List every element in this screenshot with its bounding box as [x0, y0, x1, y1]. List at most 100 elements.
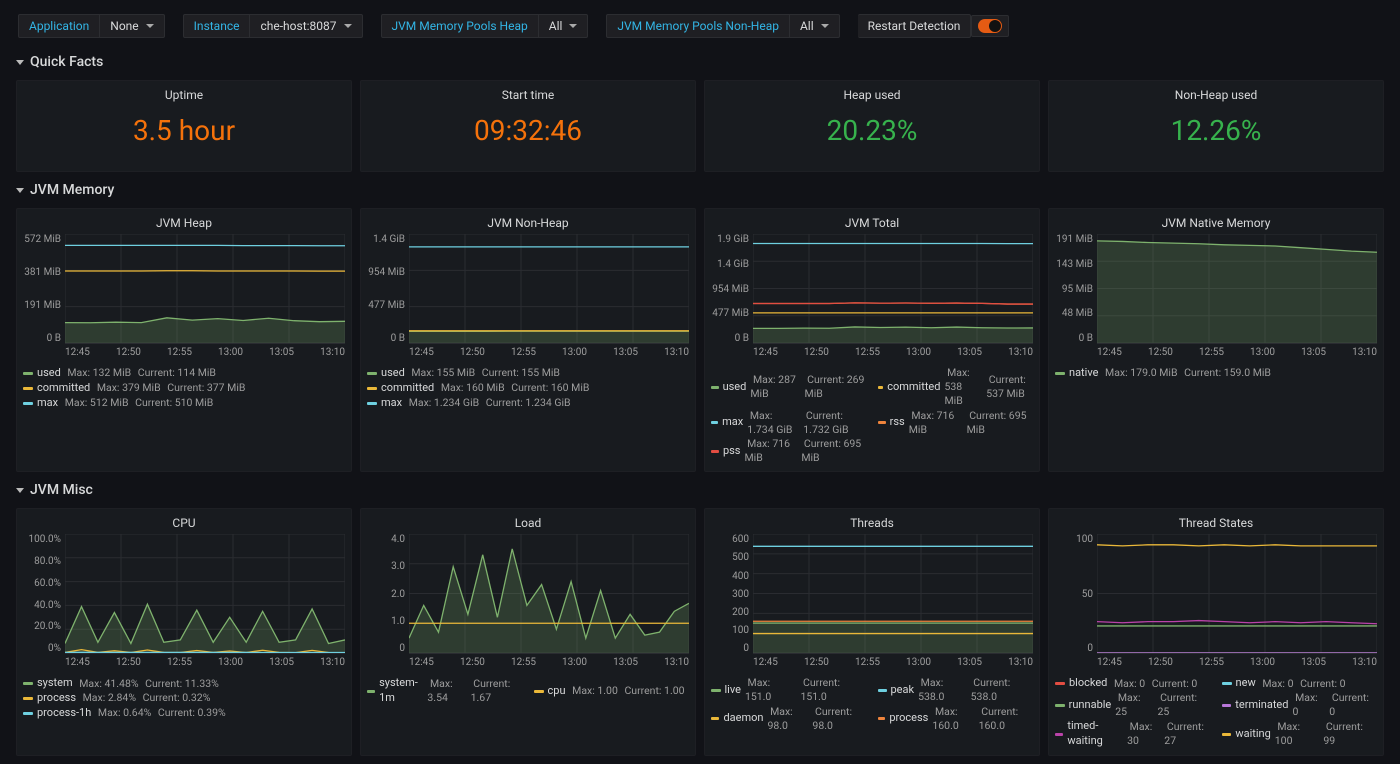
legend-item[interactable]: system-1m Max: 3.54 Current: 1.67	[367, 676, 522, 706]
panel-thread_states[interactable]: Thread States10050012:4512:5012:5513:001…	[1048, 508, 1384, 756]
legend-item[interactable]: waiting Max: 100 Current: 99	[1222, 719, 1377, 749]
chevron-down-icon	[16, 488, 24, 493]
legend-max: Max: 538.0	[918, 676, 967, 704]
restart-detection[interactable]: Restart Detection	[858, 14, 1010, 38]
row-quick-facts: Uptime 3.5 hour Start time 09:32:46 Heap…	[0, 72, 1400, 180]
panel-jvm_total[interactable]: JVM Total1.9 GiB1.4 GiB954 MiB477 MiB0 B…	[704, 208, 1040, 472]
legend-series-name: terminated	[1235, 698, 1288, 713]
panel-title: CPU	[23, 513, 345, 534]
legend-item[interactable]: max Max: 1.234 GiB Current: 1.234 GiB	[367, 396, 689, 411]
chart-plot[interactable]	[753, 234, 1033, 344]
chart-plot[interactable]	[65, 234, 345, 344]
panel-threads[interactable]: Threads600500400300200100012:4512:5012:5…	[704, 508, 1040, 756]
panel-title: JVM Native Memory	[1055, 213, 1377, 234]
legend-series-name: new	[1236, 676, 1256, 691]
stat-value: 20.23%	[711, 106, 1033, 165]
var-application[interactable]: Application None	[18, 14, 165, 38]
chart-plot[interactable]	[65, 534, 345, 654]
var-pools-heap-label: JVM Memory Pools Heap	[381, 14, 539, 38]
legend: system-1m Max: 3.54 Current: 1.67 cpu Max…	[367, 670, 689, 706]
legend-current: Current: 269 MiB	[805, 373, 866, 401]
legend-series-name: committed	[381, 381, 434, 396]
y-axis: 6005004003002001000	[711, 534, 753, 654]
legend-series-name: blocked	[1069, 676, 1107, 691]
legend-item[interactable]: process Max: 160.0 Current: 160.0	[878, 705, 1033, 733]
legend-item[interactable]: runnable Max: 25 Current: 25	[1055, 691, 1210, 719]
legend-item[interactable]: used Max: 287 MiB Current: 269 MiB	[711, 366, 866, 409]
legend-item[interactable]: max Max: 512 MiB Current: 510 MiB	[23, 396, 345, 411]
legend-item[interactable]: new Max: 0 Current: 0	[1222, 676, 1377, 691]
legend-item[interactable]: committed Max: 160 MiB Current: 160 MiB	[367, 381, 689, 396]
var-pools-nonheap[interactable]: JVM Memory Pools Non-Heap All	[606, 14, 839, 38]
legend-item[interactable]: terminated Max: 0 Current: 0	[1222, 691, 1377, 719]
chart-plot[interactable]	[753, 534, 1033, 654]
row-jvm-misc-toggle[interactable]: JVM Misc	[0, 480, 1400, 500]
row-jvm-memory-toggle[interactable]: JVM Memory	[0, 180, 1400, 200]
chart-plot[interactable]	[1097, 534, 1377, 654]
panel-cpu[interactable]: CPU100.0%80.0%60.0%40.0%20.0%0%12:4512:5…	[16, 508, 352, 756]
legend-swatch	[878, 421, 886, 424]
var-pools-heap[interactable]: JVM Memory Pools Heap All	[381, 14, 589, 38]
chart-plot[interactable]	[409, 234, 689, 344]
legend-swatch	[1055, 682, 1065, 685]
legend-series-name: process	[889, 711, 928, 726]
legend-item[interactable]: native Max: 179.0 MiB Current: 159.0 MiB	[1055, 366, 1377, 381]
legend-item[interactable]: process Max: 2.84% Current: 0.32%	[23, 691, 345, 706]
legend-current: Current: 159.0 MiB	[1182, 366, 1271, 380]
legend-item[interactable]: system Max: 41.48% Current: 11.33%	[23, 676, 345, 691]
var-pools-nonheap-value[interactable]: All	[790, 14, 840, 38]
legend-max: Max: 155 MiB	[409, 366, 475, 380]
panel-heap-used[interactable]: Heap used 20.23%	[704, 80, 1040, 172]
var-pools-heap-value[interactable]: All	[539, 14, 589, 38]
legend-series-name: used	[37, 366, 61, 381]
legend-item[interactable]: max Max: 1.734 GiB Current: 1.732 GiB	[711, 409, 866, 437]
legend-series-name: pss	[723, 444, 741, 459]
panel-title: Uptime	[23, 85, 345, 106]
legend-current: Current: 0	[1329, 691, 1376, 719]
legend-item[interactable]: committed Max: 379 MiB Current: 377 MiB	[23, 381, 345, 396]
legend-item[interactable]: timed-waiting Max: 30 Current: 27	[1055, 719, 1210, 749]
y-axis: 4.03.02.01.00	[367, 534, 409, 654]
legend-series-name: process-1h	[37, 706, 91, 721]
legend-max: Max: 2.84%	[80, 691, 136, 705]
legend: live Max: 151.0 Current: 151.0 peak Max: …	[711, 670, 1033, 733]
legend-current: Current: 160.0	[979, 705, 1032, 733]
legend-series-name: live	[725, 683, 741, 698]
panel-uptime[interactable]: Uptime 3.5 hour	[16, 80, 352, 172]
legend-item[interactable]: used Max: 155 MiB Current: 155 MiB	[367, 366, 689, 381]
row-quick-facts-toggle[interactable]: Quick Facts	[0, 52, 1400, 72]
panel-jvm_native[interactable]: JVM Native Memory191 MiB143 MiB95 MiB48 …	[1048, 208, 1384, 472]
panel-nonheap-used[interactable]: Non-Heap used 12.26%	[1048, 80, 1384, 172]
legend-series-name: cpu	[548, 684, 566, 699]
legend-item[interactable]: blocked Max: 0 Current: 0	[1055, 676, 1210, 691]
var-application-value[interactable]: None	[100, 14, 164, 38]
var-instance[interactable]: Instance che-host:8087	[183, 14, 363, 38]
y-axis: 1.9 GiB1.4 GiB954 MiB477 MiB0 B	[711, 234, 753, 344]
legend-max: Max: 0	[1292, 691, 1325, 719]
panel-load[interactable]: Load4.03.02.01.0012:4512:5012:5513:0013:…	[360, 508, 696, 756]
panel-jvm_heap[interactable]: JVM Heap572 MiB381 MiB191 MiB0 B12:4512:…	[16, 208, 352, 472]
legend-item[interactable]: peak Max: 538.0 Current: 538.0	[878, 676, 1033, 704]
legend-item[interactable]: committed Max: 538 MiB Current: 537 MiB	[878, 366, 1033, 409]
x-axis: 12:4512:5012:5513:0013:0513:10	[367, 654, 689, 670]
legend-series-name: daemon	[723, 711, 763, 726]
panel-start-time[interactable]: Start time 09:32:46	[360, 80, 696, 172]
legend-item[interactable]: live Max: 151.0 Current: 151.0	[711, 676, 866, 704]
legend-item[interactable]: pss Max: 716 MiB Current: 695 MiB	[711, 437, 866, 465]
panel-jvm_nonheap[interactable]: JVM Non-Heap1.4 GiB954 MiB477 MiB0 B12:4…	[360, 208, 696, 472]
legend-swatch	[367, 402, 377, 405]
legend-swatch	[23, 387, 33, 390]
legend-item[interactable]: process-1h Max: 0.64% Current: 0.39%	[23, 706, 345, 721]
chart-plot[interactable]	[1097, 234, 1377, 344]
legend-swatch	[1055, 372, 1065, 375]
legend: blocked Max: 0 Current: 0new Max: 0 Curr…	[1055, 670, 1377, 749]
row-jvm-memory-title: JVM Memory	[30, 182, 114, 198]
legend-item[interactable]: rss Max: 716 MiB Current: 695 MiB	[878, 409, 1033, 437]
legend-swatch	[23, 372, 33, 375]
legend-item[interactable]: used Max: 132 MiB Current: 114 MiB	[23, 366, 345, 381]
legend-item[interactable]: cpu Max: 1.00 Current: 1.00	[534, 676, 689, 706]
chart-plot[interactable]	[409, 534, 689, 654]
restart-detection-toggle[interactable]	[971, 15, 1009, 37]
var-instance-value[interactable]: che-host:8087	[250, 14, 362, 38]
legend-item[interactable]: daemon Max: 98.0 Current: 98.0	[711, 705, 866, 733]
